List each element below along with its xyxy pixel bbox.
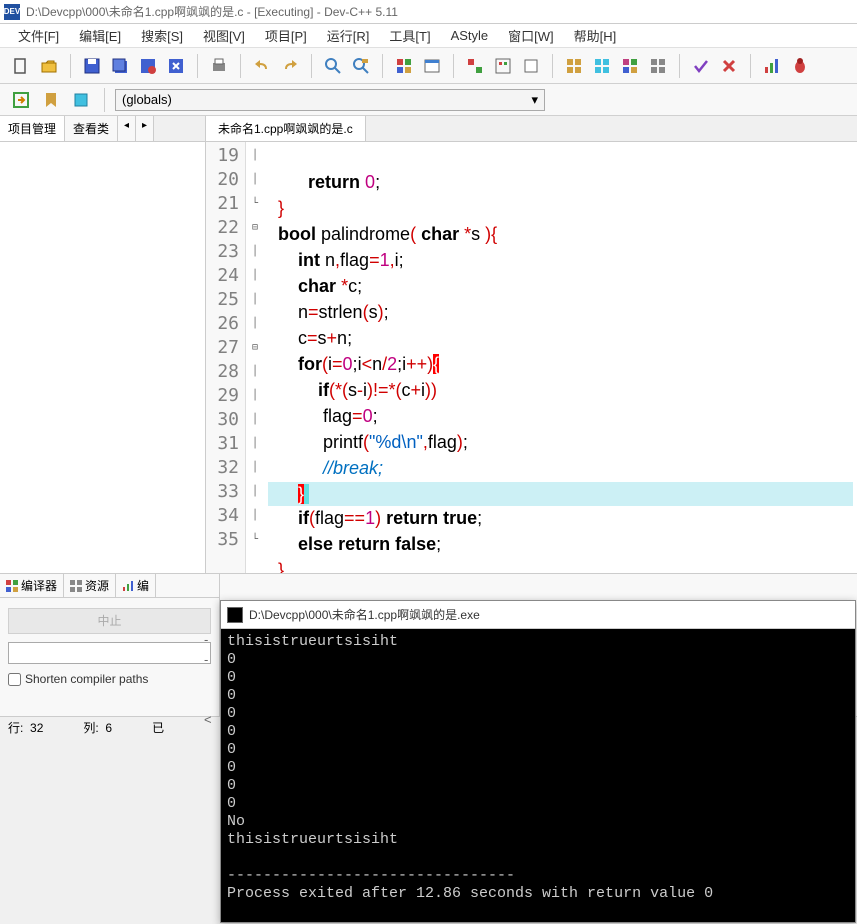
shorten-paths-label: Shorten compiler paths (25, 672, 148, 686)
chevron-down-icon: ▾ (531, 92, 538, 108)
stop-button: 中止 (8, 608, 211, 634)
window-title: D:\Devcpp\000\未命名1.cpp啊飒飒的是.c - [Executi… (26, 3, 398, 20)
project-tree (0, 142, 205, 573)
status-col-value: 6 (105, 721, 112, 735)
tab-compilelog[interactable]: 编 (116, 574, 156, 597)
run-icon[interactable] (419, 53, 445, 79)
console-output: thisistrueurtsisiht 0 0 0 0 0 0 0 0 0 No… (221, 629, 855, 922)
print-icon[interactable] (206, 53, 232, 79)
title-bar: DEV D:\Devcpp\000\未命名1.cpp啊飒飒的是.c - [Exe… (0, 0, 857, 24)
bookmark-icon[interactable] (38, 87, 64, 113)
grid1-icon[interactable] (561, 53, 587, 79)
menu-help[interactable]: 帮助[H] (564, 24, 627, 47)
debug-icon[interactable] (518, 53, 544, 79)
close-icon[interactable] (163, 53, 189, 79)
menu-file[interactable]: 文件[F] (8, 24, 69, 47)
tab-project[interactable]: 项目管理 (0, 116, 65, 141)
chart-icon[interactable] (759, 53, 785, 79)
new-file-icon[interactable] (8, 53, 34, 79)
delete-icon[interactable] (716, 53, 742, 79)
globals-dropdown[interactable]: (globals) ▾ (115, 89, 545, 111)
rebuild-icon[interactable] (490, 53, 516, 79)
menu-edit[interactable]: 编辑[E] (69, 24, 131, 47)
filter-input[interactable] (8, 642, 211, 664)
line-gutter: 19 20 21 22 23 24 25 26 27 28 29 30 31 3… (206, 142, 246, 573)
status-line-label: 行: (8, 721, 23, 735)
tab-right-arrow[interactable]: ▸ (136, 116, 154, 141)
file-tab[interactable]: 未命名1.cpp啊飒飒的是.c (206, 116, 366, 141)
fold-column[interactable]: │ │ └ ⊟ │ │ │ │ ⊟ │ │ │ │ │ │ │ └ (246, 142, 264, 573)
globals-value: (globals) (122, 92, 172, 107)
editor-area: 未命名1.cpp啊飒飒的是.c 19 20 21 22 23 24 25 26 … (206, 116, 857, 573)
save-all-icon[interactable] (107, 53, 133, 79)
toolbar-2: (globals) ▾ (0, 84, 857, 116)
find-icon[interactable] (320, 53, 346, 79)
menu-tools[interactable]: 工具[T] (379, 24, 440, 47)
shorten-paths-checkbox[interactable] (8, 673, 21, 686)
bug-icon[interactable] (787, 53, 813, 79)
status-line-value: 32 (30, 721, 43, 735)
code-editor[interactable]: return 0; } bool palindrome( char *s ){ … (264, 142, 857, 573)
save-icon[interactable] (79, 53, 105, 79)
menu-search[interactable]: 搜索[S] (131, 24, 193, 47)
console-icon (227, 607, 243, 623)
menu-astyle[interactable]: AStyle (441, 26, 499, 45)
replace-icon[interactable] (348, 53, 374, 79)
compile-run-icon[interactable] (462, 53, 488, 79)
tab-classview[interactable]: 查看类 (65, 116, 118, 141)
tab-resources[interactable]: 资源 (64, 574, 116, 597)
status-col-label: 列: (83, 721, 98, 735)
redo-icon[interactable] (277, 53, 303, 79)
console-window[interactable]: D:\Devcpp\000\未命名1.cpp啊飒飒的是.exe thisistr… (220, 600, 856, 923)
toolbar-1 (0, 48, 857, 84)
status-extra: 已 (152, 719, 164, 736)
tab-compiler[interactable]: 编译器 (0, 574, 64, 597)
left-panel: 项目管理 查看类 ◂ ▸ (0, 116, 206, 573)
menu-run[interactable]: 运行[R] (317, 24, 380, 47)
grid2-icon[interactable] (589, 53, 615, 79)
goto-icon[interactable] (8, 87, 34, 113)
menu-project[interactable]: 项目[P] (255, 24, 317, 47)
menu-window[interactable]: 窗口[W] (498, 24, 564, 47)
grid3-icon[interactable] (617, 53, 643, 79)
app-icon: DEV (4, 4, 20, 20)
compile-icon[interactable] (391, 53, 417, 79)
open-icon[interactable] (36, 53, 62, 79)
grid4-icon[interactable] (645, 53, 671, 79)
menu-bar: 文件[F] 编辑[E] 搜索[S] 视图[V] 项目[P] 运行[R] 工具[T… (0, 24, 857, 48)
console-titlebar[interactable]: D:\Devcpp\000\未命名1.cpp啊飒飒的是.exe (221, 601, 855, 629)
scroll-collapse-marks: --< (204, 630, 212, 730)
check-icon[interactable] (688, 53, 714, 79)
toggle-icon[interactable] (68, 87, 94, 113)
save-as-icon[interactable] (135, 53, 161, 79)
undo-icon[interactable] (249, 53, 275, 79)
menu-view[interactable]: 视图[V] (193, 24, 255, 47)
console-title: D:\Devcpp\000\未命名1.cpp啊飒飒的是.exe (249, 606, 480, 623)
tab-left-arrow[interactable]: ◂ (118, 116, 136, 141)
